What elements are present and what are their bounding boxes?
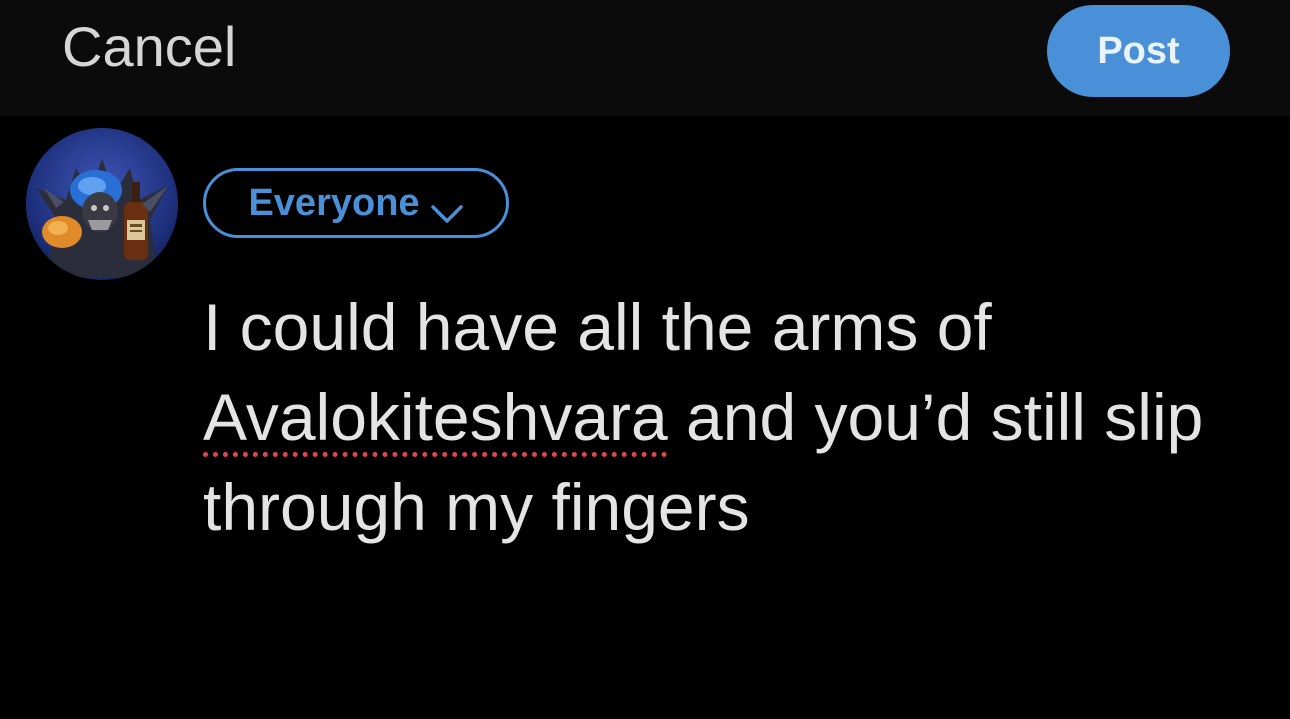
cancel-button[interactable]: Cancel	[62, 14, 236, 80]
chevron-down-icon	[430, 192, 464, 223]
avatar[interactable]	[26, 128, 178, 280]
post-button[interactable]: Post	[1047, 5, 1230, 97]
compose-header: Cancel Post	[0, 0, 1290, 116]
audience-label: Everyone	[248, 181, 420, 224]
compose-text-start: I could have all the arms of	[203, 290, 992, 364]
avatar-image	[26, 128, 178, 280]
compose-text-area[interactable]: I could have all the arms of Avalokitesh…	[203, 282, 1243, 552]
audience-selector[interactable]: Everyone	[203, 168, 509, 238]
misspelled-word[interactable]: Avalokiteshvara	[203, 380, 668, 454]
compose-screen: Cancel Post Everyone I could have all th…	[0, 0, 1290, 719]
